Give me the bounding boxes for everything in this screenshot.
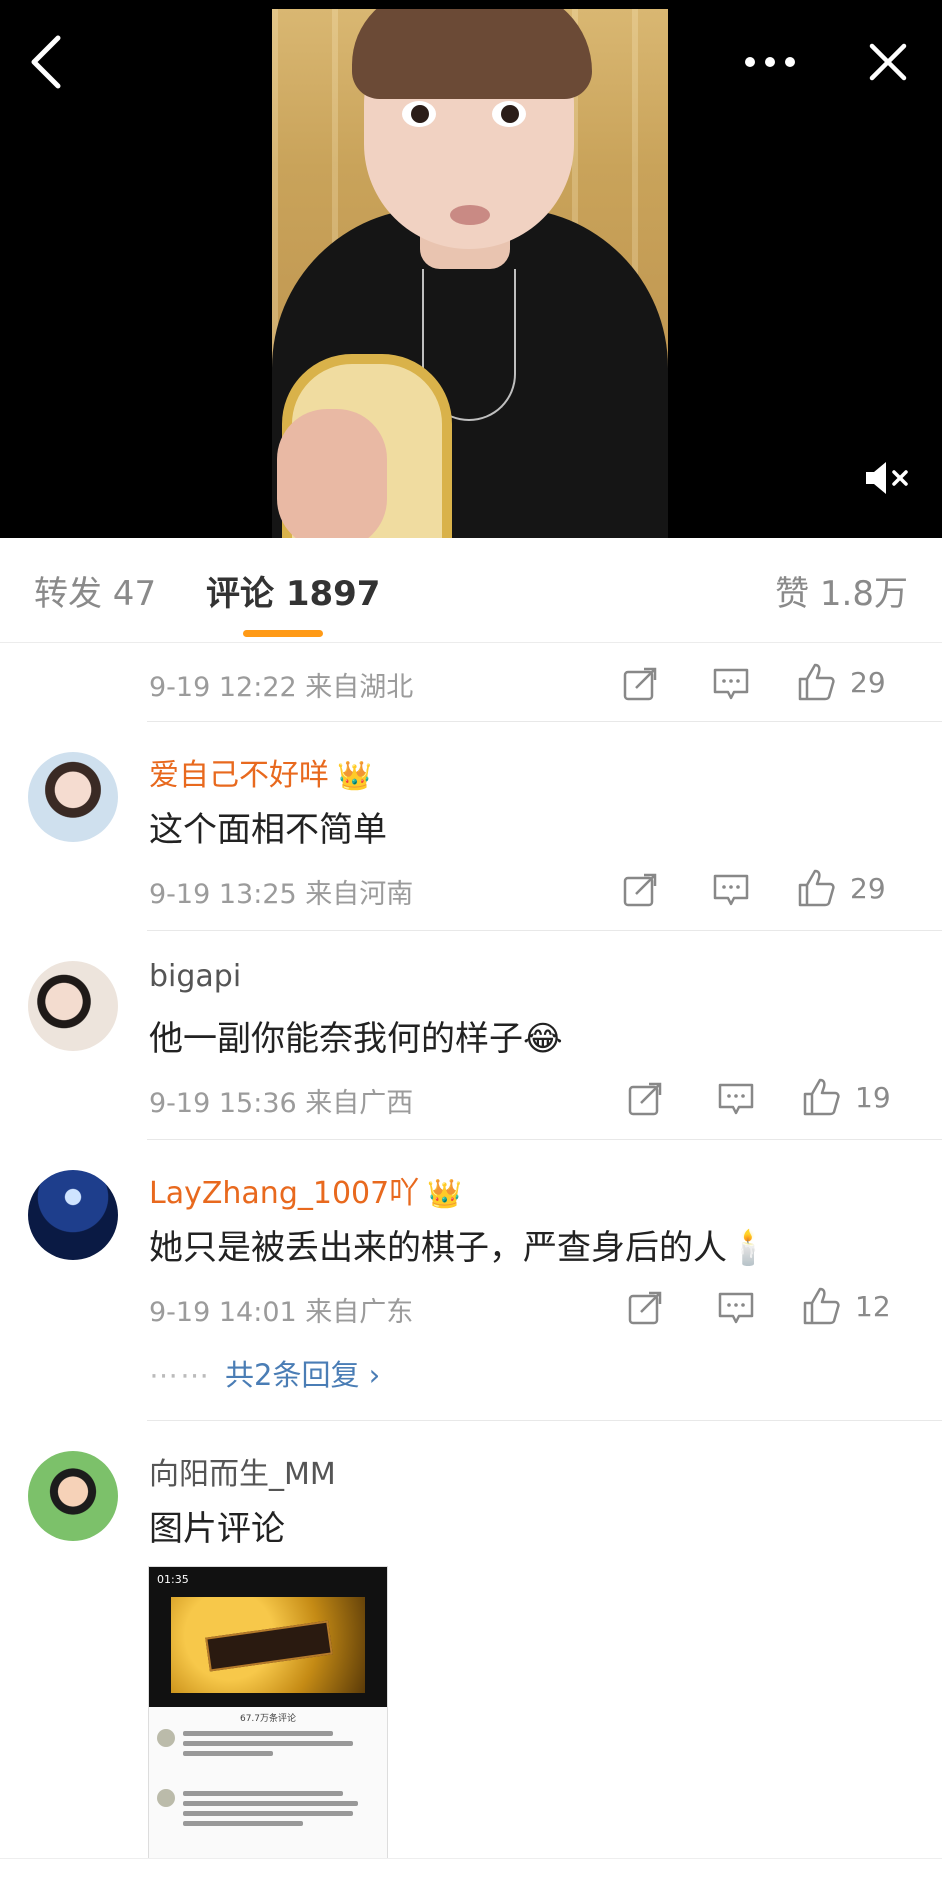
comment-image-line: [183, 1811, 353, 1816]
crown-icon: 👑: [337, 759, 372, 792]
more-replies-link[interactable]: ⋯⋯ 共2条回复 ›: [149, 1352, 380, 1394]
comment-text: 他一副你能奈我何的样子😂: [149, 1019, 563, 1059]
comment-divider: [147, 721, 942, 722]
share-icon[interactable]: [627, 1081, 663, 1117]
comment-image-avatar: [157, 1729, 175, 1747]
video-frame[interactable]: [272, 9, 668, 538]
comment-text: 图片评论: [149, 1509, 285, 1549]
share-icon[interactable]: [622, 666, 658, 702]
reply-icon[interactable]: [712, 666, 750, 702]
like-count: 12: [855, 1290, 891, 1323]
comment-divider: [147, 1420, 942, 1421]
back-icon[interactable]: [28, 34, 68, 90]
comment-text: 这个面相不简单: [149, 810, 387, 850]
comment-meta: 9-19 12:22 来自湖北: [149, 672, 414, 703]
video-figure-eye: [402, 101, 436, 127]
close-icon[interactable]: [868, 42, 908, 82]
comment-meta: 9-19 14:01 来自广东: [149, 1297, 414, 1328]
tab-like[interactable]: 赞 1.8万: [775, 566, 908, 615]
comment-image-line: [183, 1751, 273, 1756]
interaction-tabbar: 转发 47 评论 1897 赞 1.8万: [0, 538, 942, 643]
comment-meta: 9-19 15:36 来自广西: [149, 1088, 414, 1119]
reply-icon[interactable]: [717, 1290, 755, 1326]
video-figure-hair: [352, 9, 592, 99]
comment-image-line: [183, 1741, 353, 1746]
comment-image-panel-title: 67.7万条评论: [239, 1714, 297, 1724]
more-replies-label: 共2条回复 ›: [225, 1358, 381, 1392]
comment-divider: [147, 930, 942, 931]
tab-comment[interactable]: 评论 1897: [206, 566, 380, 615]
comment-image-line: [183, 1791, 343, 1796]
comment-username[interactable]: LayZhang_1007吖 👑: [149, 1168, 462, 1212]
avatar[interactable]: [28, 1170, 118, 1260]
comment-divider: [147, 1139, 942, 1140]
reply-icon[interactable]: [717, 1081, 755, 1117]
active-tab-indicator: [243, 630, 323, 637]
video-figure-mouth: [450, 205, 490, 225]
tab-repost[interactable]: 转发 47: [34, 566, 156, 615]
thumbs-up-icon[interactable]: [796, 868, 836, 908]
avatar[interactable]: [28, 961, 118, 1051]
share-icon[interactable]: [627, 1290, 663, 1326]
comment-actions: 12: [617, 1286, 942, 1330]
comment-image[interactable]: 01:35 67.7万条评论: [148, 1566, 388, 1860]
crown-icon: 👑: [427, 1177, 463, 1210]
comment-text: 她只是被丢出来的棋子，严查身后的人🕯️: [149, 1228, 770, 1268]
comment-image-avatar: [157, 1789, 175, 1807]
comment-username[interactable]: 爱自己不好咩 👑: [149, 750, 372, 794]
thumbs-up-icon[interactable]: [801, 1077, 841, 1117]
thumbs-up-icon[interactable]: [801, 1286, 841, 1326]
comment-actions: 29: [612, 662, 942, 706]
comment-username[interactable]: 向阳而生_MM: [149, 1449, 336, 1493]
like-count: 29: [850, 666, 886, 699]
avatar[interactable]: [28, 1451, 118, 1541]
comment-image-line: [183, 1821, 303, 1826]
more-icon[interactable]: [740, 42, 800, 82]
more-replies-dots: ⋯⋯: [149, 1358, 211, 1392]
mute-icon[interactable]: [862, 458, 914, 498]
bottom-bar: [0, 1858, 942, 1901]
video-figure-hand: [277, 409, 387, 538]
thumbs-up-icon[interactable]: [796, 662, 836, 702]
comment-username[interactable]: bigapi: [149, 959, 241, 994]
comment-actions: 19: [617, 1077, 942, 1121]
video-player[interactable]: [0, 0, 942, 538]
comment-meta: 9-19 13:25 来自河南: [149, 879, 414, 910]
video-figure-eye: [492, 101, 526, 127]
like-count: 29: [850, 872, 886, 905]
comment-actions: 29: [612, 868, 942, 912]
comment-image-photo: 01:35: [149, 1567, 387, 1707]
share-icon[interactable]: [622, 872, 658, 908]
comment-image-line: [183, 1801, 358, 1806]
like-count: 19: [855, 1081, 891, 1114]
comment-image-line: [183, 1731, 333, 1736]
comment-image-panel: 67.7万条评论: [149, 1707, 387, 1859]
reply-icon[interactable]: [712, 872, 750, 908]
avatar[interactable]: [28, 752, 118, 842]
comment-image-status-time: 01:35: [157, 1573, 189, 1586]
